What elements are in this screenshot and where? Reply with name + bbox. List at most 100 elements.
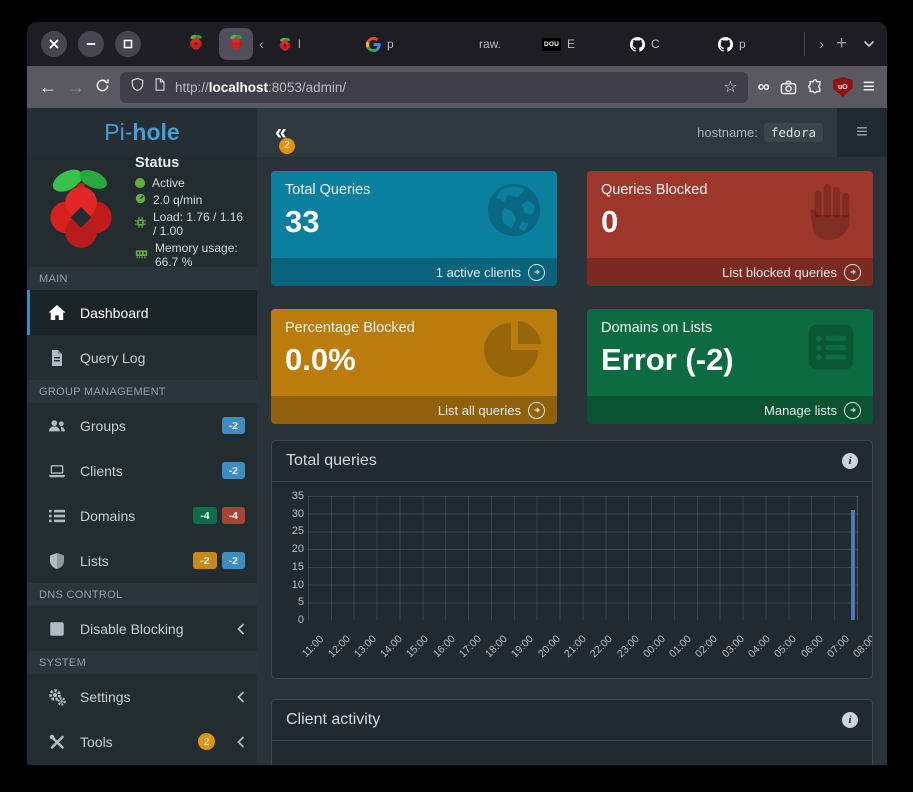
tab-scroll-right-button[interactable]: › xyxy=(813,36,830,53)
sidebar-item-domains[interactable]: Domains -4-4 xyxy=(27,493,257,538)
lists-block-badge: -2 xyxy=(222,552,245,569)
pihole-favicon xyxy=(188,34,204,55)
browser-tab[interactable]: C xyxy=(622,27,710,61)
tab-title: p xyxy=(387,37,394,51)
total-queries-chart: 35 30 25 20 15 10 5 0 xyxy=(280,496,858,620)
dou-favicon: DOU xyxy=(542,38,561,51)
list-all-queries-link[interactable]: List all queries xyxy=(271,396,557,424)
hand-stop-icon xyxy=(797,179,861,246)
total-queries-panel: Total queries i 35 30 25 20 15 10 xyxy=(271,440,873,679)
list-alt-icon xyxy=(801,317,861,382)
stop-icon xyxy=(48,620,66,638)
browser-tab[interactable]: p xyxy=(358,27,446,61)
list-blocked-queries-link[interactable]: List blocked queries xyxy=(587,258,873,286)
sidebar-item-label: Dashboard xyxy=(80,305,149,321)
hamburger-icon: ≡ xyxy=(856,121,868,144)
browser-window: ‹ l p raw. DOU E C p › + ← → http://local… xyxy=(27,22,887,765)
dashboard-content: Total Queries 33 1 active clients Querie… xyxy=(257,157,887,765)
clients-badge: -2 xyxy=(222,462,245,479)
gears-icon xyxy=(48,688,66,706)
domains-on-lists-card: Domains on Lists Error (-2) Manage lists xyxy=(587,309,873,424)
app-menu-toggle[interactable]: ≡ xyxy=(837,108,887,157)
sidebar-item-label: Tools xyxy=(80,734,113,750)
cpu-icon xyxy=(135,217,146,231)
back-button[interactable]: ← xyxy=(39,78,57,96)
active-clients-link[interactable]: 1 active clients xyxy=(271,258,557,286)
info-icon[interactable]: i xyxy=(842,712,858,728)
list-icon xyxy=(48,507,66,525)
query-bar xyxy=(851,510,855,620)
shield-permissions-icon[interactable] xyxy=(130,77,145,97)
manage-lists-link[interactable]: Manage lists xyxy=(587,396,873,424)
new-tab-button[interactable]: + xyxy=(830,33,853,55)
query-rate-label: 2.0 q/min xyxy=(153,193,202,207)
url-text: http://localhost:8053/admin/ xyxy=(175,80,346,95)
sidebar-item-tools[interactable]: Tools 2 xyxy=(27,719,257,764)
sidebar-item-lists[interactable]: Lists -2 -2 xyxy=(27,538,257,583)
forward-button[interactable]: → xyxy=(67,78,85,96)
ublock-origin-icon[interactable]: uO xyxy=(833,77,853,97)
bookmark-star-icon[interactable]: ☆ xyxy=(723,77,737,97)
chart-plot-area xyxy=(308,496,858,620)
users-icon xyxy=(48,417,66,435)
pihole-logo xyxy=(37,166,125,259)
y-axis-labels: 35 30 25 20 15 10 5 0 xyxy=(280,496,308,620)
domains-deny-badge: -4 xyxy=(222,507,245,524)
pinned-tab-pihole[interactable] xyxy=(181,28,211,60)
lists-allow-badge: -2 xyxy=(193,552,216,569)
tools-icon xyxy=(48,733,66,751)
browser-tab[interactable]: p xyxy=(710,27,798,61)
update-notification-badge: 2 xyxy=(279,138,295,154)
active-tab-pihole[interactable] xyxy=(219,28,253,60)
arrow-circle-icon xyxy=(528,264,545,281)
sidebar-item-query-log[interactable]: Query Log xyxy=(27,335,257,380)
browser-tab[interactable]: raw. xyxy=(446,27,534,61)
sidebar-item-settings[interactable]: Settings xyxy=(27,674,257,719)
sidebar-collapse-button[interactable]: « 2 xyxy=(275,122,287,144)
client-activity-panel: Client activity i xyxy=(271,699,873,765)
tab-divider xyxy=(804,32,805,56)
pie-chart-icon xyxy=(483,317,545,384)
tab-dropdown-button[interactable] xyxy=(853,40,885,48)
pihole-brand: Pi-hole xyxy=(27,108,257,157)
x-axis-labels: 11:0012:0013:0014:0015:0016:0017:0018:00… xyxy=(308,620,858,666)
sidebar-section-group-management: GROUP MANAGEMENT xyxy=(27,380,257,403)
browser-tab[interactable]: l xyxy=(270,27,358,61)
tab-scroll-left-button[interactable]: ‹ xyxy=(253,36,270,53)
containers-icon[interactable]: ∞ xyxy=(758,77,770,97)
sidebar-item-dashboard[interactable]: Dashboard xyxy=(27,290,257,335)
desktop-background: ‹ l p raw. DOU E C p › + ← → http://local… xyxy=(0,0,913,792)
sidebar-item-clients[interactable]: Clients -2 xyxy=(27,448,257,493)
sidebar-item-label: Query Log xyxy=(80,350,145,366)
info-icon[interactable]: i xyxy=(842,453,858,469)
sidebar-item-groups[interactable]: Groups -2 xyxy=(27,403,257,448)
pihole-admin-page: Pi-hole « 2 hostname: fedora ≡ Statu xyxy=(27,108,887,765)
tab-title: E xyxy=(567,37,575,51)
percentage-blocked-card: Percentage Blocked 0.0% List all queries xyxy=(271,309,557,424)
browser-menu-icon[interactable]: ≡ xyxy=(863,75,875,99)
laptop-icon xyxy=(48,462,66,480)
status-active-label: Active xyxy=(152,176,185,190)
home-icon xyxy=(48,304,66,322)
page-info-icon[interactable] xyxy=(153,77,167,97)
load-label: Load: 1.76 / 1.16 / 1.00 xyxy=(153,210,247,238)
reload-button[interactable] xyxy=(95,78,110,96)
chevron-left-icon xyxy=(237,623,245,635)
google-favicon xyxy=(366,37,381,52)
sidebar-item-disable-blocking[interactable]: Disable Blocking xyxy=(27,606,257,651)
github-favicon xyxy=(630,37,645,52)
sidebar-item-label: Lists xyxy=(80,553,109,569)
github-favicon xyxy=(718,37,733,52)
sidebar-item-label: Domains xyxy=(80,508,135,524)
maximize-window-button[interactable] xyxy=(115,31,141,57)
browser-tab[interactable]: DOU E xyxy=(534,27,622,61)
sidebar-item-label: Settings xyxy=(80,689,131,705)
extensions-puzzle-icon[interactable] xyxy=(807,79,823,95)
close-window-button[interactable] xyxy=(41,31,67,57)
pihole-favicon xyxy=(228,34,244,55)
tab-title: p xyxy=(739,37,746,51)
url-bar[interactable]: http://localhost:8053/admin/ ☆ xyxy=(120,72,748,103)
screenshot-camera-icon[interactable] xyxy=(780,80,797,95)
tools-count-badge: 2 xyxy=(198,733,215,750)
minimize-window-button[interactable] xyxy=(78,31,104,57)
